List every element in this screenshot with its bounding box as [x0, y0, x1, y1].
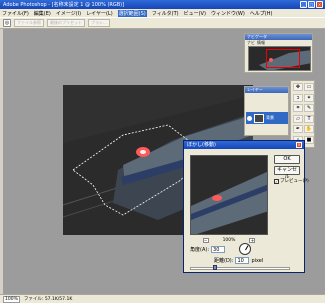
- menu-file[interactable]: ファイル(F): [2, 10, 29, 17]
- current-tool-icon[interactable]: ◎: [3, 19, 11, 27]
- type-tool-icon[interactable]: T: [304, 114, 314, 123]
- window-controls: _ □ ×: [300, 1, 323, 8]
- menu-layer[interactable]: レイヤー(L): [86, 10, 113, 17]
- options-button-1[interactable]: ファイル参照: [14, 19, 44, 27]
- color-swatch-icon[interactable]: ■: [304, 135, 314, 144]
- hand-tool-icon[interactable]: ✋: [304, 125, 314, 133]
- angle-label: 角度(A):: [190, 247, 210, 253]
- menu-bar: ファイル(F) 編集(E) イメージ(I) レイヤー(L) 選択範囲(S) フィ…: [0, 9, 325, 17]
- options-button-3[interactable]: ブラシ...: [88, 19, 110, 27]
- dialog-preview[interactable]: [190, 155, 268, 235]
- cancel-button[interactable]: キャンセル: [274, 166, 300, 180]
- angle-input[interactable]: 30: [211, 246, 226, 253]
- layer-row[interactable]: 背景: [246, 112, 288, 124]
- move-tool-icon[interactable]: ✥: [293, 83, 303, 91]
- options-button-2[interactable]: 最後のプリセット: [47, 19, 85, 27]
- lasso-tool-icon[interactable]: ↄ: [293, 93, 303, 102]
- slider-handle[interactable]: [213, 265, 217, 270]
- status-bar: 100% ファイル: 57.1K/57.1K: [0, 294, 325, 303]
- zoom-level: 100%: [222, 237, 236, 243]
- distance-slider[interactable]: [190, 265, 290, 270]
- distance-field: 距離(D): 10 pixel: [214, 257, 263, 264]
- menu-filter[interactable]: フィルタ(T): [152, 10, 179, 17]
- angle-field: 角度(A): 30: [190, 246, 226, 253]
- angle-dial[interactable]: [239, 243, 251, 255]
- ok-button[interactable]: OK: [274, 155, 300, 164]
- menu-select[interactable]: 選択範囲(S): [117, 9, 147, 17]
- layers-header: レイヤー: [245, 87, 288, 93]
- menu-view[interactable]: ビュー(V): [184, 10, 206, 17]
- distance-input[interactable]: 10: [235, 257, 250, 264]
- pen-tool-icon[interactable]: ✒: [293, 125, 303, 133]
- close-button[interactable]: ×: [316, 1, 323, 8]
- window-title: Adobe Photoshop - [名称未設定 1 @ 100% (RGB)]: [3, 2, 125, 8]
- menu-image[interactable]: イメージ(I): [56, 10, 81, 17]
- preview-label: プレビュー(P): [280, 179, 309, 184]
- motion-blur-dialog: ぼかし(移動) × OK キャンセル ✓ プレビュー(P) − 100% + 角…: [183, 140, 309, 273]
- close-icon[interactable]: ×: [296, 142, 302, 148]
- preview-checkbox[interactable]: ✓ プレビュー(P): [274, 178, 309, 184]
- layer-thumbnail: [254, 113, 264, 123]
- dialog-preview-image: [191, 156, 267, 234]
- distance-unit: pixel: [251, 257, 264, 264]
- navigator-view-box[interactable]: [266, 49, 300, 68]
- zoom-controls: − 100% +: [190, 237, 268, 243]
- layers-panel: レイヤー 背景: [244, 86, 289, 136]
- eye-icon[interactable]: [247, 115, 252, 121]
- checkbox-icon[interactable]: ✓: [274, 178, 279, 184]
- eraser-tool-icon[interactable]: ▱: [293, 114, 303, 123]
- marquee-tool-icon[interactable]: ▭: [304, 83, 314, 91]
- options-bar: ◎ ファイル参照 最後のプリセット ブラシ...: [0, 17, 325, 29]
- tools-palette: ✥ ▭ ↄ ✶ ⌗ ✎ ▱ T ✒ ✋ ⌕ ■: [290, 80, 315, 148]
- zoom-in-button[interactable]: +: [249, 237, 256, 243]
- zoom-out-button[interactable]: −: [202, 237, 209, 243]
- crop-tool-icon[interactable]: ⌗: [293, 104, 303, 112]
- navigator-panel: ナビゲータ ナビ 情報: [244, 33, 313, 73]
- minimize-button[interactable]: _: [300, 1, 307, 8]
- dialog-title-text: ぼかし(移動): [187, 142, 216, 148]
- dialog-title: ぼかし(移動) ×: [184, 141, 304, 149]
- maximize-button[interactable]: □: [308, 1, 315, 8]
- title-bar: Adobe Photoshop - [名称未設定 1 @ 100% (RGB)]…: [0, 0, 325, 9]
- menu-window[interactable]: ウィンドウ(W): [211, 10, 245, 17]
- brush-tool-icon[interactable]: ✎: [304, 104, 314, 112]
- menu-edit[interactable]: 編集(E): [34, 10, 51, 17]
- status-info: ファイル: 57.1K/57.1K: [23, 297, 73, 302]
- distance-label: 距離(D):: [214, 258, 234, 264]
- layer-name: 背景: [266, 115, 274, 120]
- navigator-thumbnail[interactable]: [248, 46, 311, 71]
- wand-tool-icon[interactable]: ✶: [304, 93, 314, 102]
- status-zoom[interactable]: 100%: [3, 295, 20, 303]
- menu-help[interactable]: ヘルプ(H): [250, 10, 273, 17]
- toolbox-edge: [0, 29, 3, 294]
